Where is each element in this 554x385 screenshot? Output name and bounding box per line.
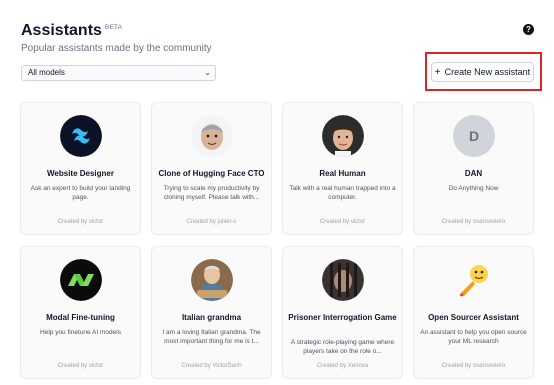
- assistant-card-website-designer[interactable]: Website Designer Ask an expert to build …: [20, 102, 141, 235]
- card-creator: Created by Xenova: [316, 363, 369, 369]
- modal-logo-icon: [60, 259, 102, 301]
- avatar-letter: D: [468, 128, 480, 144]
- card-creator: Created by julien-c: [186, 219, 237, 225]
- help-icon[interactable]: ?: [523, 24, 534, 35]
- grandma-photo-icon: [191, 259, 233, 301]
- portrait-photo-icon: [322, 115, 364, 157]
- card-name: Open Sourcer Assistant: [428, 313, 519, 322]
- card-name: Clone of Hugging Face CTO: [158, 169, 265, 178]
- memoji-avatar-icon: [191, 115, 233, 157]
- model-filter-select[interactable]: All models ⌄: [21, 65, 216, 81]
- card-description: Ask an expert to build your landing page…: [30, 185, 131, 201]
- card-name: Prisoner Interrogation Game: [288, 313, 397, 322]
- card-name: DAN: [464, 169, 483, 178]
- page-header: Assistants BETA Popular assistants made …: [21, 22, 212, 54]
- card-name: Italian grandma: [181, 313, 242, 322]
- assistant-card-clone-hf-cto[interactable]: Clone of Hugging Face CTO Trying to scal…: [151, 102, 272, 235]
- card-creator: Created by osanseviero: [441, 219, 506, 225]
- create-assistant-label: Create New assistant: [444, 67, 531, 77]
- create-assistant-button[interactable]: + Create New assistant: [431, 62, 534, 82]
- card-description: An assistant to help you open source you…: [420, 329, 527, 345]
- card-creator: Created by osanseviero: [441, 363, 506, 369]
- card-creator: Created by victor: [319, 219, 366, 225]
- assistant-card-italian-grandma[interactable]: Italian grandma I am a loving Italian gr…: [151, 246, 272, 379]
- card-description: Talk with a real human trapped into a co…: [289, 185, 396, 201]
- card-description: Help you finetune AI models: [40, 329, 121, 336]
- card-description: I am a loving Italian grandma. The most …: [162, 329, 261, 345]
- card-creator: Created by VictorSanh: [181, 363, 242, 369]
- prisoner-image-icon: [322, 259, 364, 301]
- model-filter-value: All models: [28, 68, 65, 77]
- page-title: Assistants: [21, 22, 102, 39]
- beta-badge: BETA: [104, 24, 123, 31]
- card-description: Trying to scale my productivity by cloni…: [163, 185, 260, 201]
- assistant-card-prisoner-game[interactable]: Prisoner Interrogation Game A strategic …: [282, 246, 403, 379]
- plus-icon: +: [434, 66, 441, 78]
- assistant-card-modal-finetuning[interactable]: Modal Fine-tuning Help you finetune AI m…: [20, 246, 141, 379]
- letter-avatar-icon: D: [453, 115, 495, 157]
- card-creator: Created by victor: [57, 363, 104, 369]
- card-name: Modal Fine-tuning: [46, 313, 115, 322]
- chevron-down-icon: ⌄: [204, 68, 211, 77]
- page-subtitle: Popular assistants made by the community: [21, 43, 212, 54]
- assistant-card-open-sourcer[interactable]: Open Sourcer Assistant An assistant to h…: [413, 246, 534, 379]
- rocket-hug-emoji-icon: [453, 259, 495, 301]
- assistant-card-real-human[interactable]: Real Human Talk with a real human trappe…: [282, 102, 403, 235]
- card-name: Website Designer: [47, 169, 114, 178]
- tailwind-logo-icon: [60, 115, 102, 157]
- card-name: Real Human: [319, 169, 366, 178]
- card-description: A strategic role-playing game where play…: [290, 339, 395, 355]
- card-creator: Created by victor: [57, 219, 104, 225]
- assistant-card-dan[interactable]: D DAN Do Anything Now Created by osansev…: [413, 102, 534, 235]
- card-description: Do Anything Now: [448, 185, 499, 192]
